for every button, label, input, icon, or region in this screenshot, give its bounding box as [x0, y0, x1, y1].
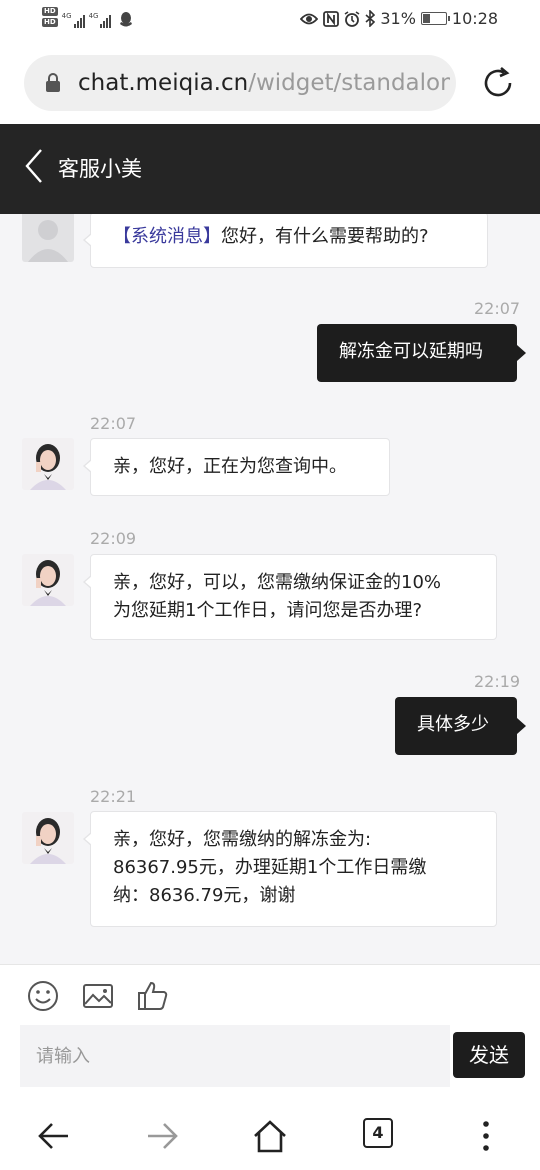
timestamp: 22:07 [474, 299, 521, 318]
home-icon[interactable] [250, 1116, 290, 1156]
hd-badge: HD [42, 7, 58, 16]
message-list[interactable]: 【系统消息】您好，有什么需要帮助的? 22:07 解冻金可以延期吗 22:07 … [0, 214, 540, 964]
bluetooth-icon [365, 10, 376, 27]
message-bubble: 亲，您好，您需缴纳的解冻金为: 86367.95元，办理延期1个工作日需缴 纳：… [83, 811, 497, 927]
clock: 10:28 [451, 9, 498, 28]
nfc-icon [323, 10, 340, 27]
more-vert-icon[interactable] [466, 1116, 506, 1156]
composer-toolbar: 发送 [0, 964, 540, 1104]
message-input[interactable] [20, 1025, 450, 1087]
address-bar[interactable]: chat.meiqia.cn/widget/standalone [24, 55, 456, 111]
reload-icon[interactable] [480, 65, 516, 101]
timestamp: 22:07 [90, 414, 137, 433]
message-line: 亲，您好，您需缴纳的解冻金为: [113, 829, 372, 850]
back-arrow-icon[interactable] [34, 1116, 74, 1156]
url-path: /widget/standalone [248, 70, 450, 96]
lock-icon [46, 73, 60, 93]
agent-photo-icon [30, 818, 66, 864]
timestamp: 22:21 [90, 787, 137, 806]
message-text: 您好，有什么需要帮助的? [221, 226, 429, 247]
chat-title: 客服小美 [58, 157, 142, 181]
signal-icon: 4G [62, 12, 85, 28]
system-tag: 【系统消息】 [113, 226, 221, 247]
tabs-icon[interactable]: 4 [363, 1118, 393, 1148]
network-type: 4G [61, 12, 72, 20]
avatar [22, 214, 74, 262]
message-text: 亲，您好，正在为您查询中。 [113, 456, 347, 477]
battery-percent: 31% [380, 9, 416, 28]
timestamp: 22:19 [474, 672, 521, 691]
status-bar: HD HD 4G 4G 31% 10:28 [0, 0, 540, 40]
message-bubble: 亲，您好，可以，您需缴纳保证金的10% 为您延期1个工作日，请问您是否办理? [83, 554, 497, 640]
battery-icon [420, 12, 450, 25]
eye-icon [300, 13, 319, 24]
url-text[interactable]: chat.meiqia.cn/widget/standalone [78, 68, 450, 98]
message-bubble: 亲，您好，正在为您查询中。 [83, 438, 390, 496]
user-placeholder-icon [28, 220, 68, 262]
message-line: 纳：8636.79元，谢谢 [113, 885, 296, 906]
browser-nav-bar [0, 1104, 540, 1170]
agent-avatar [22, 554, 74, 606]
alarm-icon [344, 10, 360, 27]
back-icon[interactable] [22, 146, 46, 186]
emoji-icon[interactable] [26, 979, 60, 1013]
message-line: 为您延期1个工作日，请问您是否办理? [113, 600, 423, 621]
message-bubble: 具体多少 [395, 697, 526, 755]
url-host: chat.meiqia.cn [78, 70, 249, 96]
agent-avatar [22, 812, 74, 864]
agent-avatar [22, 438, 74, 490]
send-button[interactable]: 发送 [453, 1032, 525, 1078]
message-line: 亲，您好，可以，您需缴纳保证金的10% [113, 572, 442, 593]
message-bubble: 解冻金可以延期吗 [317, 324, 526, 382]
qq-icon [120, 11, 133, 26]
chat-header: 客服小美 [0, 124, 540, 214]
message-text: 解冻金可以延期吗 [339, 341, 483, 362]
agent-photo-icon [30, 444, 66, 490]
message-line: 86367.95元，办理延期1个工作日需缴 [113, 857, 427, 878]
network-type: 4G [88, 12, 99, 20]
message-bubble: 【系统消息】您好，有什么需要帮助的? [83, 214, 488, 268]
timestamp: 22:09 [90, 529, 137, 548]
signal-icon: 4G [89, 12, 112, 28]
message-text: 具体多少 [417, 714, 489, 735]
agent-photo-icon [30, 560, 66, 606]
forward-arrow-icon[interactable] [142, 1116, 182, 1156]
hd-badge: HD [42, 18, 58, 27]
image-icon[interactable] [81, 979, 115, 1013]
thumbs-up-icon[interactable] [136, 979, 170, 1013]
